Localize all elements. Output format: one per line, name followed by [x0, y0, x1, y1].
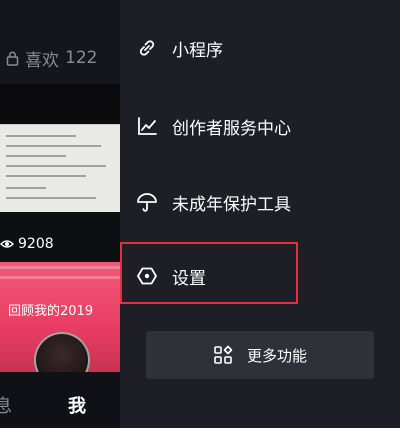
- umbrella-icon: [137, 193, 157, 212]
- menu-item-label: 未成年保护工具: [172, 194, 291, 215]
- menu-item-label: 设置: [172, 268, 206, 289]
- avatar: [34, 332, 90, 372]
- eye-icon: [0, 240, 14, 248]
- settings-hexagon-icon: [137, 267, 157, 285]
- view-count-text: 9208: [18, 236, 54, 252]
- profile-background: 喜欢 122 9208 回顾我的2019 息 我: [0, 0, 120, 428]
- bottom-nav: 息 我: [0, 372, 120, 428]
- chart-line-icon: [138, 117, 157, 135]
- menu-item-minor-protection[interactable]: 未成年保护工具: [136, 182, 380, 222]
- menu-item-settings[interactable]: 设置: [136, 256, 380, 296]
- video-title: 回顾我的2019: [8, 304, 94, 319]
- likes-count: 122: [65, 48, 98, 68]
- likes-tab[interactable]: 喜欢 122: [6, 46, 98, 71]
- likes-label: 喜欢: [25, 50, 59, 71]
- menu-item-creator-center[interactable]: 创作者服务中心: [136, 106, 380, 146]
- menu-item-label: 小程序: [172, 40, 223, 61]
- view-count: 9208: [0, 236, 54, 252]
- grid-icon: [214, 345, 233, 364]
- more-features-button[interactable]: 更多功能: [146, 331, 374, 379]
- mini-program-icon: [139, 40, 155, 56]
- more-features-label: 更多功能: [246, 346, 307, 365]
- menu-item-mini-program[interactable]: 小程序: [136, 28, 380, 68]
- lock-icon: [6, 51, 19, 66]
- nav-me[interactable]: 我: [68, 392, 86, 418]
- video-thumbnail[interactable]: 回顾我的2019: [0, 262, 120, 372]
- video-thumbnail[interactable]: [0, 124, 120, 213]
- nav-messages[interactable]: 息: [0, 392, 12, 418]
- menu-item-label: 创作者服务中心: [172, 118, 291, 139]
